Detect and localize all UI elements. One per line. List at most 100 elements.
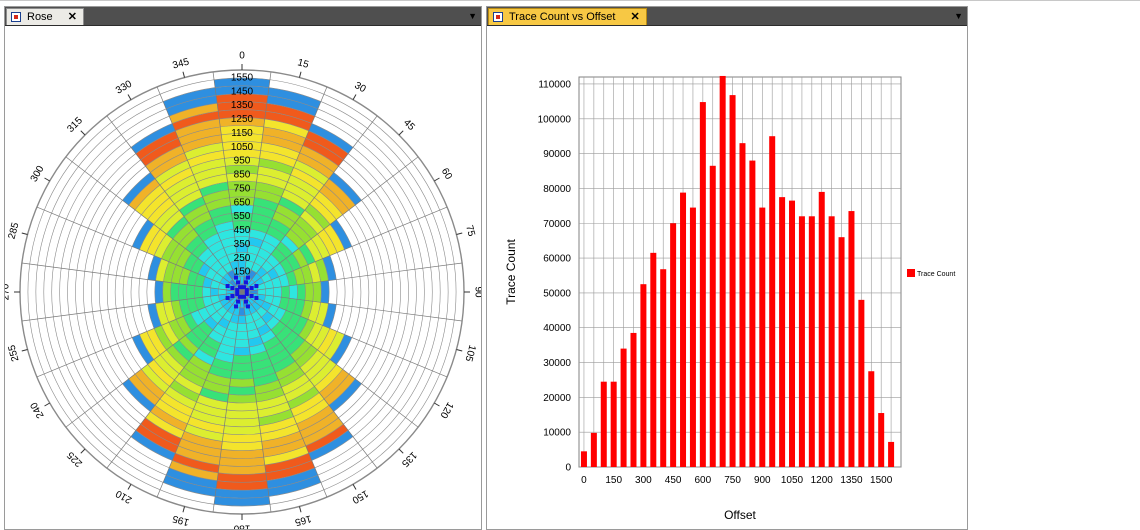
bar xyxy=(680,192,687,467)
rose-center-marker xyxy=(230,293,235,298)
x-tick-label: 150 xyxy=(605,475,622,486)
bar xyxy=(590,432,597,467)
rose-center-marker xyxy=(225,284,230,289)
rose-angle-label: 330 xyxy=(114,78,134,96)
rose-angle-label: 150 xyxy=(350,487,370,505)
rose-angle-label: 75 xyxy=(463,224,477,238)
chevron-down-icon[interactable]: ▼ xyxy=(954,10,963,22)
rose-tick xyxy=(456,232,463,236)
rose-angle-label: 180 xyxy=(233,523,250,530)
rose-cell xyxy=(178,283,187,301)
rose-cell xyxy=(227,394,257,403)
x-tick-label: 0 xyxy=(581,475,587,486)
bar xyxy=(640,284,647,467)
rose-angle-label: 345 xyxy=(171,56,190,71)
rose-cell xyxy=(232,354,252,364)
rose-center-marker xyxy=(230,286,235,291)
rose-center-marker xyxy=(238,285,243,290)
rose-tick xyxy=(182,71,186,78)
y-tick-label: 30000 xyxy=(543,358,571,369)
rose-tick xyxy=(352,484,357,490)
rose-tick xyxy=(80,130,86,136)
x-axis-label: Offset xyxy=(724,508,756,522)
rose-radial-label: 850 xyxy=(234,170,251,181)
bar xyxy=(848,211,855,467)
rose-angle-label: 90 xyxy=(473,286,482,298)
y-tick-label: 50000 xyxy=(543,288,571,299)
y-tick-label: 0 xyxy=(565,463,571,474)
rose-radial-label: 950 xyxy=(234,156,251,167)
bar xyxy=(689,207,696,467)
rose-cell xyxy=(235,331,249,340)
rose-radial-label: 750 xyxy=(234,183,251,194)
x-tick-label: 1350 xyxy=(840,475,863,486)
bar xyxy=(888,441,895,467)
rose-tick xyxy=(298,71,302,78)
rose-cell xyxy=(312,281,322,303)
rose-radial-label: 1150 xyxy=(231,128,253,139)
rose-cell xyxy=(170,282,180,302)
rose-center-marker xyxy=(225,295,230,300)
rose-radial-label: 350 xyxy=(234,239,251,250)
rose-center-marker xyxy=(243,280,248,285)
bar xyxy=(709,165,716,467)
rose-cell xyxy=(202,286,211,298)
rose-cell xyxy=(265,287,274,297)
rose-angle-label: 240 xyxy=(28,400,46,420)
legend-label: Trace Count xyxy=(917,271,955,278)
rose-angle-label: 255 xyxy=(6,343,21,362)
rose-radial-label: 1350 xyxy=(231,100,254,111)
y-tick-labels: 0 10000 20000 30000 40000 50000 60000 70000 8000… xyxy=(538,79,572,473)
close-icon[interactable]: ✕ xyxy=(630,9,639,26)
rose-plot: 1502503504505506507508509501050115012501… xyxy=(5,51,482,530)
rose-angle-label: 60 xyxy=(439,166,454,182)
x-tick-label: 1050 xyxy=(781,475,804,486)
x-tick-label: 900 xyxy=(754,475,771,486)
rose-cell xyxy=(194,285,203,299)
chevron-down-icon[interactable]: ▼ xyxy=(468,10,477,22)
y-tick-label: 60000 xyxy=(543,254,571,265)
rose-angle-label: 15 xyxy=(296,57,310,71)
rose-cell xyxy=(210,287,219,297)
rose-tick xyxy=(434,402,440,407)
rose-tick xyxy=(127,484,132,490)
rose-center-marker xyxy=(245,304,250,309)
bar xyxy=(769,136,776,468)
rose-cell xyxy=(289,284,298,300)
rose-radial-label: 450 xyxy=(234,225,251,236)
rose-tabbar: Rose ✕ ▼ xyxy=(5,7,481,26)
bar xyxy=(749,160,756,468)
rose-cell xyxy=(237,315,247,324)
rose-cell xyxy=(233,347,251,356)
rose-center-marker xyxy=(244,288,249,293)
rose-angle-label: 270 xyxy=(5,283,12,300)
bar xyxy=(878,413,885,467)
rose-angle-label: 45 xyxy=(401,117,417,133)
rose-tick xyxy=(434,177,440,182)
y-tick-label: 80000 xyxy=(543,184,571,195)
tab-rose[interactable]: Rose ✕ xyxy=(6,8,84,25)
rose-cell xyxy=(225,409,259,419)
x-tick-label: 750 xyxy=(724,475,741,486)
rose-tick xyxy=(456,348,463,352)
rose-center-marker xyxy=(243,299,248,304)
bar xyxy=(600,381,607,467)
rose-cell xyxy=(231,362,253,372)
rose-radial-label: 1050 xyxy=(231,142,254,153)
trace-tabbar: Trace Count vs Offset ✕ ▼ xyxy=(487,7,967,26)
y-tick-label: 20000 xyxy=(543,393,571,404)
rose-center-marker xyxy=(241,294,246,299)
rose-cell xyxy=(234,339,250,348)
y-tick-label: 40000 xyxy=(543,323,571,334)
tab-trace-label: Trace Count vs Offset xyxy=(509,11,616,23)
bar xyxy=(828,216,835,467)
close-icon[interactable]: ✕ xyxy=(68,9,77,26)
trace-count-chart: 0 10000 20000 30000 40000 50000 60000 70000 8000… xyxy=(504,75,955,522)
y-tick-label: 110000 xyxy=(538,79,571,90)
rose-cell xyxy=(304,282,314,302)
bar xyxy=(789,200,796,467)
rose-cell xyxy=(162,281,172,303)
tab-trace-count[interactable]: Trace Count vs Offset ✕ xyxy=(488,8,647,25)
rose-radial-label: 650 xyxy=(234,197,251,208)
bar xyxy=(779,197,786,468)
